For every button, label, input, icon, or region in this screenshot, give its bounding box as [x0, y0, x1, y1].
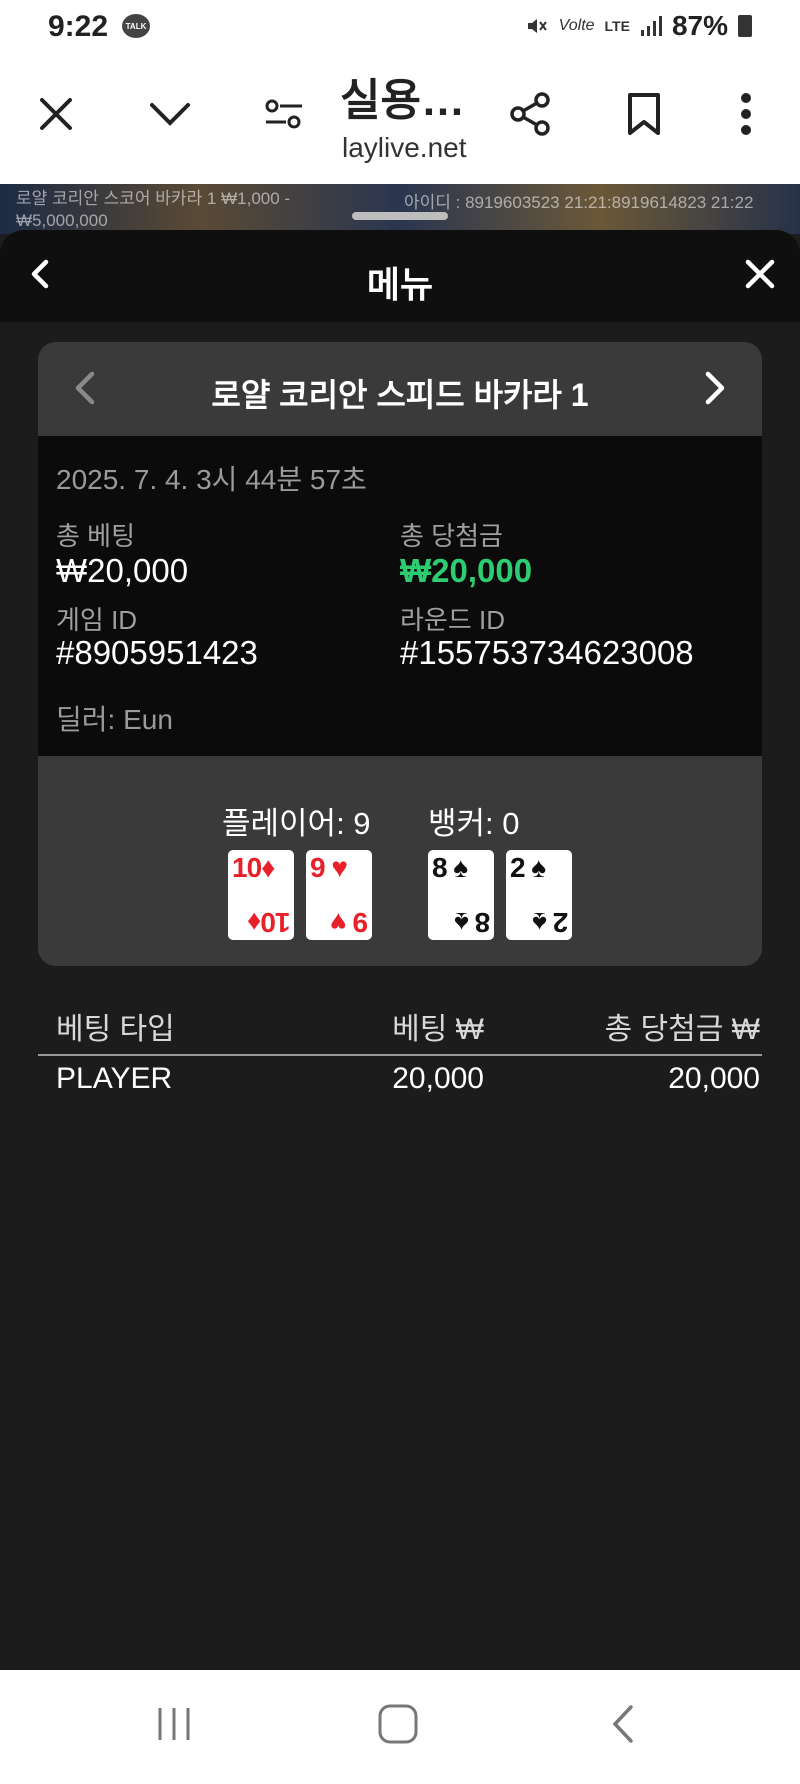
browser-toolbar: 실용… laylive.net — [0, 56, 800, 184]
row-bet-amount: 20,000 — [392, 1062, 484, 1095]
menu-sheet-header: 메뉴 — [0, 230, 800, 322]
system-navigation-bar — [0, 1670, 800, 1784]
banker-score: 뱅커: 0 — [428, 806, 520, 841]
game-history-card: 로얄 코리안 스피드 바카라 1 2025. 7. 4. 3시 44분 57초 … — [38, 342, 762, 966]
total-bet-label: 총 베팅 — [56, 521, 135, 551]
card-rank: 2 ♠ — [510, 852, 546, 883]
next-round-icon[interactable] — [694, 368, 734, 408]
banker-card-1: 8 ♠ 8 ♠ — [428, 850, 494, 940]
card-rank: 9 ♥ — [310, 852, 348, 883]
card-rank-inverted: 9 ♥ — [331, 907, 368, 938]
header-bet-type: 베팅 타입 — [56, 1013, 175, 1046]
live-video-strip[interactable]: 로얄 코리안 스코어 바카라 1 ₩1,000 - ₩5,000,000 아이디… — [0, 184, 800, 234]
round-id-value: #155753734623008 — [400, 634, 694, 671]
chevron-down-icon[interactable] — [142, 86, 198, 142]
card-rank-inverted: 8 ♠ — [454, 907, 490, 938]
signal-icon — [640, 16, 662, 36]
card-rank-inverted: 10♦ — [247, 907, 290, 938]
user-id-text: 아이디 : 8919603523 21:21:8919614823 21:22 — [404, 193, 754, 212]
battery-icon — [738, 15, 752, 37]
player-card-2: 9 ♥ 9 ♥ — [306, 850, 372, 940]
card-header: 로얄 코리안 스피드 바카라 1 — [38, 342, 762, 436]
dealer-name: 딜러: Eun — [56, 704, 173, 735]
back-nav-icon[interactable] — [582, 1694, 662, 1754]
kakaotalk-notification-icon: TALK — [122, 14, 150, 38]
home-icon[interactable] — [358, 1694, 438, 1754]
page-title: 실용… — [340, 76, 465, 125]
card-rank: 8 ♠ — [432, 852, 468, 883]
player-card-1: 10♦ 10♦ — [228, 850, 294, 940]
more-menu-icon[interactable] — [718, 86, 774, 142]
share-icon[interactable] — [502, 86, 558, 142]
card-rank-inverted: 2 ♠ — [532, 907, 568, 938]
header-bet-amount: 베팅 ₩ — [392, 1013, 484, 1046]
mute-icon — [527, 19, 547, 33]
row-bet-type: PLAYER — [56, 1062, 173, 1095]
game-id-value: #8905951423 — [56, 634, 258, 671]
volte-icon: Volte — [558, 17, 595, 34]
table-limit-text: 로얄 코리안 스코어 바카라 1 ₩1,000 - ₩5,000,000 — [16, 189, 291, 230]
status-time: 9:22 — [48, 10, 109, 43]
bookmark-icon[interactable] — [616, 86, 672, 142]
status-icons: Volte LTE 87% — [525, 10, 752, 42]
close-icon[interactable] — [740, 254, 780, 294]
menu-title: 메뉴 — [366, 264, 434, 305]
player-score: 플레이어: 9 — [222, 806, 371, 841]
battery-level: 87% — [671, 10, 728, 41]
round-result: 플레이어: 9 뱅커: 0 10♦ 10♦ 9 ♥ 9 ♥ 8 ♠ 8 ♠ 2 … — [38, 756, 762, 966]
banker-card-2: 2 ♠ 2 ♠ — [506, 850, 572, 940]
lte-icon: LTE — [604, 18, 630, 34]
recent-apps-icon[interactable] — [134, 1694, 214, 1754]
drag-handle[interactable] — [352, 212, 448, 220]
close-icon[interactable] — [28, 86, 84, 142]
header-total-win: 총 당첨금 ₩ — [604, 1013, 760, 1046]
card-rank: 10♦ — [232, 852, 275, 883]
round-info: 2025. 7. 4. 3시 44분 57초 총 베팅 ₩20,000 총 당첨… — [38, 436, 762, 756]
round-id-label: 라운드 ID — [400, 605, 505, 635]
table-divider — [38, 1054, 762, 1056]
total-win-value: ₩20,000 — [400, 552, 533, 589]
row-total-win: 20,000 — [668, 1062, 760, 1095]
round-date: 2025. 7. 4. 3시 44분 57초 — [56, 464, 367, 495]
game-id-label: 게임 ID — [56, 605, 138, 635]
game-title: 로얄 코리안 스피드 바카라 1 — [211, 377, 589, 413]
total-bet-value: ₩20,000 — [56, 552, 189, 589]
status-bar: 9:22 TALK Volte LTE 87% — [0, 0, 800, 56]
page-settings-icon[interactable] — [256, 86, 312, 142]
total-win-label: 총 당첨금 — [400, 521, 503, 551]
page-url[interactable]: laylive.net — [342, 132, 467, 164]
